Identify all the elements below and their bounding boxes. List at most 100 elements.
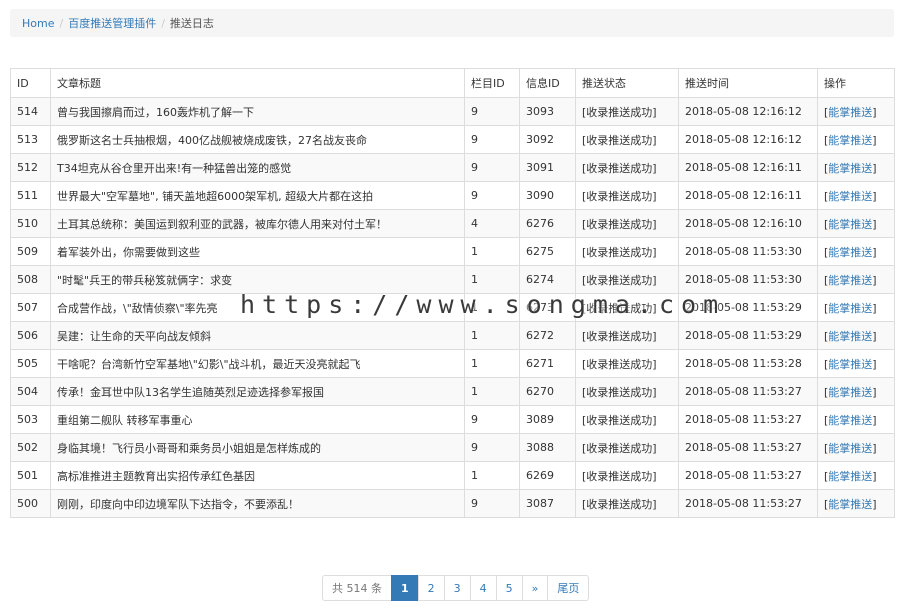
cell-push-status: [收录推送成功] [575,97,679,126]
cell-action: [能掌推送] [817,461,895,490]
cell-action: [能掌推送] [817,153,895,182]
bracket-close: ] [872,413,877,427]
manual-push-link[interactable]: 能掌推送 [828,302,872,315]
bracket-close: ] [872,133,877,147]
manual-push-link[interactable]: 能掌推送 [828,246,872,259]
cell-category-id: 1 [464,293,520,322]
next-page-button[interactable]: » [521,575,549,601]
cell-push-status: [收录推送成功] [575,265,679,294]
cell-category-id: 9 [464,153,520,182]
cell-push-time: 2018-05-08 12:16:12 [678,97,818,126]
table-row: 514 曾与我国擦肩而过，160轰炸机了解一下 9 3093 [收录推送成功] 2018-… [10,97,895,126]
cell-push-time: 2018-05-08 11:53:27 [678,405,818,434]
cell-action: [能掌推送] [817,489,895,518]
cell-action: [能掌推送] [817,377,895,406]
cell-action: [能掌推送] [817,209,895,238]
cell-title: 高标准推进主题教育出实招传承红色基因 [50,461,465,490]
cell-push-status: [收录推送成功] [575,405,679,434]
cell-push-time: 2018-05-08 12:16:11 [678,153,818,182]
pagination: 共 514 条 1 2 3 4 5 » 尾页 [322,575,590,601]
cell-push-time: 2018-05-08 11:53:28 [678,349,818,378]
bracket-close: ] [872,357,877,371]
page-button-4[interactable]: 4 [469,575,497,601]
manual-push-link[interactable]: 能掌推送 [828,162,872,175]
cell-category-id: 1 [464,349,520,378]
cell-push-time: 2018-05-08 11:53:27 [678,433,818,462]
cell-info-id: 3088 [519,433,576,462]
column-header-action: 操作 [817,68,895,98]
page-button-5[interactable]: 5 [495,575,523,601]
cell-category-id: 9 [464,433,520,462]
cell-category-id: 9 [464,405,520,434]
column-header-id: ID [10,68,51,98]
cell-title: T34坦克从谷仓里开出来!有一种猛兽出笼的感觉 [50,153,465,182]
breadcrumb-plugin-link[interactable]: 百度推送管理插件 [68,15,156,31]
cell-title: 干啥呢？台湾新竹空军基地\"幻影\"战斗机，最近天没亮就起飞 [50,349,465,378]
cell-title: 着军装外出，你需要做到这些 [50,237,465,266]
manual-push-link[interactable]: 能掌推送 [828,274,872,287]
pagination-total: 共 514 条 [322,575,392,601]
cell-id: 500 [10,489,51,518]
cell-category-id: 1 [464,321,520,350]
manual-push-link[interactable]: 能掌推送 [828,218,872,231]
cell-info-id: 3091 [519,153,576,182]
cell-push-status: [收录推送成功] [575,377,679,406]
cell-action: [能掌推送] [817,433,895,462]
manual-push-link[interactable]: 能掌推送 [828,330,872,343]
cell-info-id: 3093 [519,97,576,126]
bracket-close: ] [872,161,877,175]
manual-push-link[interactable]: 能掌推送 [828,386,872,399]
manual-push-link[interactable]: 能掌推送 [828,498,872,511]
manual-push-link[interactable]: 能掌推送 [828,470,872,483]
cell-title: 重组第二舰队 转移军事重心 [50,405,465,434]
manual-push-link[interactable]: 能掌推送 [828,414,872,427]
manual-push-link[interactable]: 能掌推送 [828,190,872,203]
breadcrumb-current: 推送日志 [169,17,214,30]
manual-push-link[interactable]: 能掌推送 [828,106,872,119]
cell-category-id: 1 [464,237,520,266]
manual-push-link[interactable]: 能掌推送 [828,358,872,371]
bracket-close: ] [872,105,877,119]
cell-id: 507 [10,293,51,322]
cell-action: [能掌推送] [817,293,895,322]
cell-action: [能掌推送] [817,265,895,294]
cell-push-time: 2018-05-08 11:53:27 [678,461,818,490]
cell-id: 501 [10,461,51,490]
cell-id: 506 [10,321,51,350]
cell-action: [能掌推送] [817,405,895,434]
manual-push-link[interactable]: 能掌推送 [828,442,872,455]
table-row: 513 俄罗斯这名士兵抽根烟，400亿战舰被烧成废铁，27名战友丧命 9 3092 [收… [10,125,895,154]
cell-title: "时髦"兵王的带兵秘笈就俩字：求变 [50,265,465,294]
bracket-close: ] [872,273,877,287]
table-row: 507 合成营作战，\"敌情侦察\"率先亮 1 6273 [收录推送成功] 2018-05… [10,293,895,322]
manual-push-link[interactable]: 能掌推送 [828,134,872,147]
breadcrumb-home-link[interactable]: Home [22,17,54,30]
cell-push-time: 2018-05-08 12:16:11 [678,181,818,210]
cell-title: 曾与我国擦肩而过，160轰炸机了解一下 [50,97,465,126]
table-row: 502 身临其境！飞行员小哥哥和乘务员小姐姐是怎样炼成的 9 3088 [收录推送成功]… [10,433,895,462]
cell-id: 508 [10,265,51,294]
last-page-button[interactable]: 尾页 [547,575,590,601]
cell-title: 吴建：让生命的天平向战友倾斜 [50,321,465,350]
page-button-3[interactable]: 3 [443,575,471,601]
cell-push-status: [收录推送成功] [575,349,679,378]
page-button-2[interactable]: 2 [417,575,445,601]
cell-title: 世界最大"空军墓地", 铺天盖地超6000架军机, 超级大片都在这拍 [50,181,465,210]
bracket-close: ] [872,301,877,315]
column-header-info-id: 信息ID [519,68,576,98]
cell-id: 511 [10,181,51,210]
cell-title: 刚刚，印度向中印边境军队下达指令，不要添乱！ [50,489,465,518]
cell-id: 503 [10,405,51,434]
cell-push-time: 2018-05-08 11:53:30 [678,265,818,294]
cell-info-id: 3089 [519,405,576,434]
breadcrumb-separator: / [59,16,64,30]
cell-info-id: 6273 [519,293,576,322]
cell-info-id: 6276 [519,209,576,238]
cell-push-time: 2018-05-08 11:53:30 [678,237,818,266]
cell-action: [能掌推送] [817,237,895,266]
push-log-table: ID 文章标题 栏目ID 信息ID 推送状态 推送时间 操作 514 曾与我国擦肩… [10,68,895,518]
column-header-push-time: 推送时间 [678,68,818,98]
cell-title: 俄罗斯这名士兵抽根烟，400亿战舰被烧成废铁，27名战友丧命 [50,125,465,154]
page-button-1[interactable]: 1 [391,575,419,601]
cell-info-id: 6271 [519,349,576,378]
